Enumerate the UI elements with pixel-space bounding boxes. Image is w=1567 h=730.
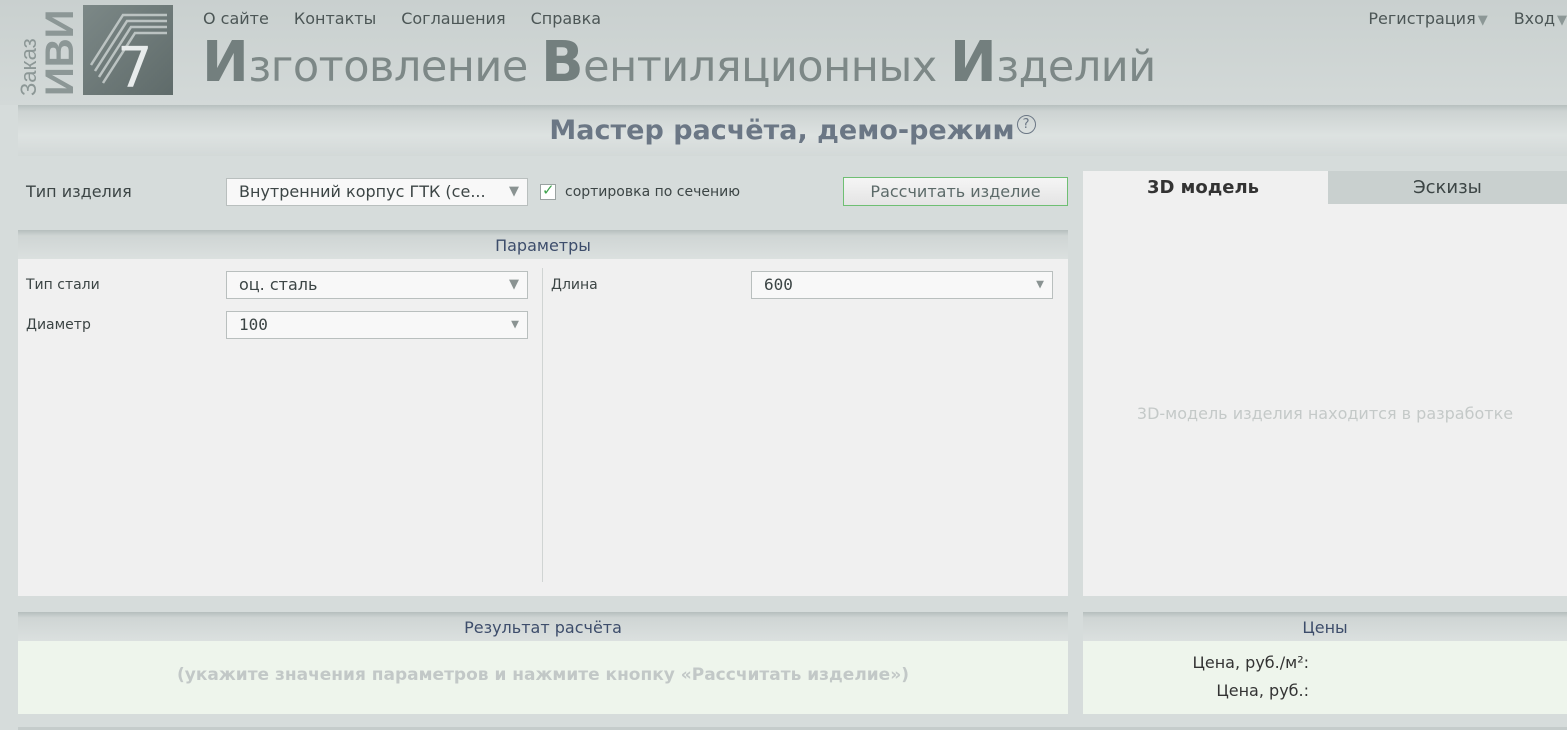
steel-type-label: Тип стали [26,277,100,293]
brand-title: Изготовление Вентиляционных Изделий [202,30,1156,95]
nav-contacts-link[interactable]: Контакты [294,9,376,28]
brand-word2-rest: ентиляционных [583,42,950,92]
length-value: 600 [764,275,793,294]
check-icon: ✓ [542,181,555,199]
sort-by-section-checkbox[interactable]: ✓ [540,181,556,200]
result-hint: (укажите значения параметров и нажмите к… [177,665,909,685]
calculate-button[interactable]: Рассчитать изделие [843,177,1068,206]
model-placeholder-text: 3D-модель изделия находится в разработке [1136,404,1514,423]
logo-mark-graphic: 7 [89,13,167,95]
brand-word2-cap: В [540,30,584,95]
top-nav: О сайте Контакты Соглашения Справка [203,9,601,28]
params-panel [18,259,1068,596]
nav-about-link[interactable]: О сайте [203,9,269,28]
register-label: Регистрация [1368,9,1476,28]
params-header: Параметры [18,230,1068,259]
wizard-title-bar: Мастер расчёта, демо-режим? [18,105,1567,156]
help-icon[interactable]: ? [1016,115,1036,134]
prices-header: Цены [1083,612,1567,641]
diameter-select[interactable]: 100 ▼ [226,311,528,339]
brand-word3-rest: зделий [996,42,1156,92]
steel-type-value: оц. сталь [239,275,318,294]
logo-ivi-text: ИВИ [38,9,82,96]
diameter-label: Диаметр [26,317,91,333]
steel-type-select[interactable]: оц. сталь ▼ [226,271,528,299]
prices-panel [1083,641,1567,714]
chevron-down-icon: ▼ [1477,13,1488,28]
sort-by-section-label[interactable]: сортировка по сечению [565,184,740,200]
chevron-down-icon: ▼ [1036,277,1044,292]
chevron-down-icon: ▼ [509,184,519,199]
logo-mark-glyph: 7 [117,36,153,95]
register-menu[interactable]: Регистрация ▼ [1368,9,1487,28]
chevron-down-icon: ▼ [511,317,519,332]
site-logo-text[interactable]: Заказ ИВИ [12,4,82,96]
login-label: Вход [1513,9,1555,28]
product-type-value: Внутренний корпус ГТК (се... [239,182,486,201]
account-nav: Регистрация ▼ Вход ▼ [1368,9,1567,28]
price-per-m2-label: Цена, руб./м²: [1192,653,1309,672]
nav-help-link[interactable]: Справка [531,9,602,28]
login-menu[interactable]: Вход ▼ [1514,9,1567,28]
length-label: Длина [551,277,598,293]
preview-panel [1083,171,1567,596]
brand-word3-cap: И [949,30,997,95]
chevron-down-icon: ▼ [1557,13,1567,28]
result-header: Результат расчёта [18,612,1068,641]
nav-agreements-link[interactable]: Соглашения [401,9,505,28]
diameter-value: 100 [239,315,268,334]
brand-word1-cap: И [202,30,249,95]
brand-word1-rest: зготовление [248,42,541,92]
params-column-divider [542,268,543,582]
product-type-label: Тип изделия [26,182,132,201]
product-type-select[interactable]: Внутренний корпус ГТК (се... ▼ [226,178,528,206]
tab-3d-model[interactable]: 3D модель [1083,171,1323,208]
page-title: Мастер расчёта, демо-режим [549,115,1015,146]
chevron-down-icon: ▼ [509,277,519,292]
length-select[interactable]: 600 ▼ [751,271,1053,299]
logo-mark-icon[interactable]: 7 [83,5,173,95]
price-total-label: Цена, руб.: [1216,681,1309,700]
tab-sketches[interactable]: Эскизы [1328,171,1567,204]
